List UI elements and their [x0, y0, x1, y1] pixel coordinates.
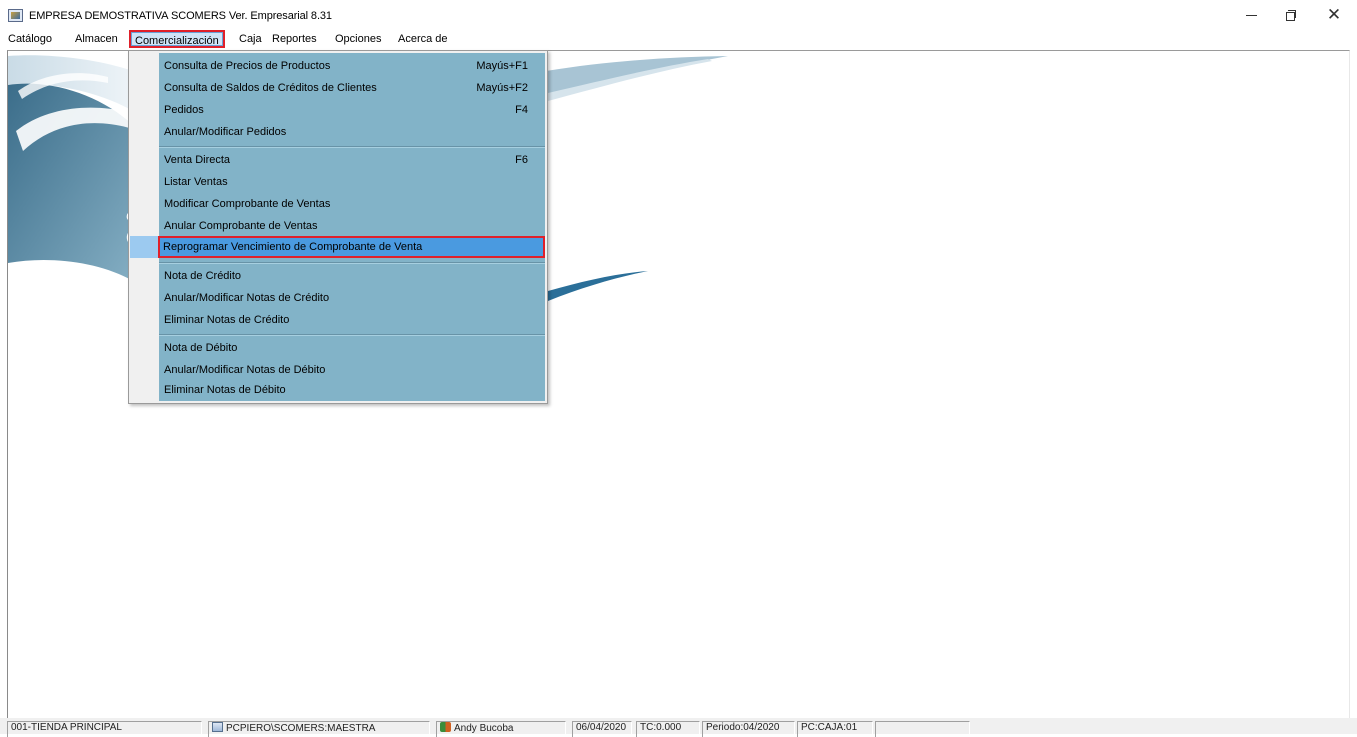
- status-date: 06/04/2020: [572, 721, 632, 737]
- menu-item-label: Consulta de Precios de Productos: [164, 60, 331, 72]
- menu-item-anular-notas-debito[interactable]: Anular/Modificar Notas de Débito: [159, 359, 545, 381]
- menu-item-nota-credito[interactable]: Nota de Crédito: [159, 265, 545, 287]
- menu-item-label: Anular/Modificar Notas de Débito: [164, 364, 326, 376]
- menu-item-shortcut: Mayús+F2: [476, 82, 528, 94]
- menu-item-consulta-saldos[interactable]: Consulta de Saldos de Créditos de Client…: [159, 77, 545, 99]
- status-empty-panel: [875, 721, 970, 737]
- app-icon: [8, 9, 23, 22]
- menu-item-anular-comprobante[interactable]: Anular Comprobante de Ventas: [159, 215, 545, 237]
- status-period-text: Periodo:04/2020: [706, 722, 780, 733]
- menu-item-label: Anular Comprobante de Ventas: [164, 220, 318, 232]
- menu-item-nota-debito[interactable]: Nota de Débito: [159, 337, 545, 359]
- menu-comercializacion[interactable]: Comercialización: [129, 30, 225, 48]
- menu-almacen[interactable]: Almacen: [75, 33, 118, 45]
- menu-item-label: Anular/Modificar Pedidos: [164, 126, 287, 138]
- menu-separator: [159, 146, 545, 148]
- menu-acerca-de[interactable]: Acerca de: [398, 33, 448, 45]
- window-title-company: EMPRESA DEMOSTRATIVA: [29, 10, 169, 22]
- status-pc-text: PC:CAJA:01: [801, 722, 858, 733]
- menu-item-modificar-comprobante[interactable]: Modificar Comprobante de Ventas: [159, 193, 545, 215]
- menu-item-anular-notas-credito[interactable]: Anular/Modificar Notas de Crédito: [159, 287, 545, 309]
- user-icon: [440, 722, 451, 732]
- menu-item-pedidos[interactable]: Pedidos F4: [159, 99, 545, 121]
- menu-item-shortcut: F4: [515, 104, 528, 116]
- menu-item-anular-modificar-pedidos[interactable]: Anular/Modificar Pedidos: [159, 121, 545, 143]
- title-bar: EMPRESA DEMOSTRATIVA SCOMERS Ver. Empres…: [0, 0, 1357, 30]
- dropdown-items-panel: Consulta de Precios de Productos Mayús+F…: [130, 53, 545, 401]
- menu-item-label: Venta Directa: [164, 154, 231, 166]
- status-period: Periodo:04/2020: [702, 721, 795, 737]
- computer-icon: [212, 722, 223, 732]
- menu-item-label: Listar Ventas: [164, 176, 228, 188]
- close-icon: ✕: [1326, 5, 1342, 25]
- menu-item-highlight-strip: [130, 236, 158, 258]
- status-date-text: 06/04/2020: [576, 722, 627, 733]
- menu-catalogo[interactable]: Catálogo: [8, 33, 52, 45]
- menu-item-reprogramar-vencimiento[interactable]: Reprogramar Vencimiento de Comprobante d…: [158, 236, 545, 258]
- close-button[interactable]: ✕: [1313, 0, 1355, 30]
- menu-item-label: Eliminar Notas de Débito: [164, 384, 286, 396]
- menu-item-label: Pedidos: [164, 104, 204, 116]
- status-database-text: PCPIERO\SCOMERS:MAESTRA: [226, 723, 376, 734]
- menu-item-label: Consulta de Saldos de Créditos de Client…: [164, 82, 377, 94]
- menu-item-label: Eliminar Notas de Crédito: [164, 314, 290, 326]
- status-database: PCPIERO\SCOMERS:MAESTRA: [208, 721, 430, 737]
- menu-item-label: Anular/Modificar Notas de Crédito: [164, 292, 330, 304]
- status-tc-text: TC:0.000: [640, 722, 682, 733]
- status-tc: TC:0.000: [636, 721, 700, 737]
- menu-item-eliminar-notas-credito[interactable]: Eliminar Notas de Crédito: [159, 309, 545, 331]
- menu-item-label: Nota de Crédito: [164, 270, 242, 282]
- menu-opciones[interactable]: Opciones: [335, 33, 381, 45]
- status-user: Andy Bucoba: [436, 721, 566, 737]
- status-bar: 001-TIENDA PRINCIPAL PCPIERO\SCOMERS:MAE…: [0, 718, 1357, 737]
- menu-separator: [159, 262, 545, 264]
- menu-item-label: Reprogramar Vencimiento de Comprobante d…: [163, 241, 423, 253]
- comercializacion-dropdown-menu: Consulta de Precios de Productos Mayús+F…: [128, 50, 548, 404]
- menu-item-label: Modificar Comprobante de Ventas: [164, 198, 331, 210]
- menu-bar: Catálogo Almacen Comercialización Caja R…: [0, 30, 1357, 50]
- menu-item-shortcut: Mayús+F1: [476, 60, 528, 72]
- menu-item-venta-directa[interactable]: Venta Directa F6: [159, 149, 545, 171]
- minimize-button[interactable]: [1230, 0, 1272, 30]
- restore-button[interactable]: [1270, 0, 1312, 30]
- menu-separator: [159, 334, 545, 336]
- menu-item-label: Nota de Débito: [164, 342, 238, 354]
- menu-item-listar-ventas[interactable]: Listar Ventas: [159, 171, 545, 193]
- minimize-icon: [1245, 14, 1257, 16]
- status-store-text: 001-TIENDA PRINCIPAL: [11, 722, 122, 733]
- menu-item-shortcut: F6: [515, 154, 528, 166]
- menu-caja[interactable]: Caja: [239, 33, 262, 45]
- menu-item-consulta-precios[interactable]: Consulta de Precios de Productos Mayús+F…: [159, 55, 545, 77]
- status-pc: PC:CAJA:01: [797, 721, 873, 737]
- restore-icon: [1286, 10, 1296, 21]
- window-title-version: SCOMERS Ver. Empresarial 8.31: [171, 10, 332, 22]
- status-user-text: Andy Bucoba: [454, 723, 514, 734]
- menu-reportes[interactable]: Reportes: [272, 33, 317, 45]
- menu-item-eliminar-notas-debito[interactable]: Eliminar Notas de Débito: [159, 379, 545, 401]
- status-store: 001-TIENDA PRINCIPAL: [7, 721, 202, 737]
